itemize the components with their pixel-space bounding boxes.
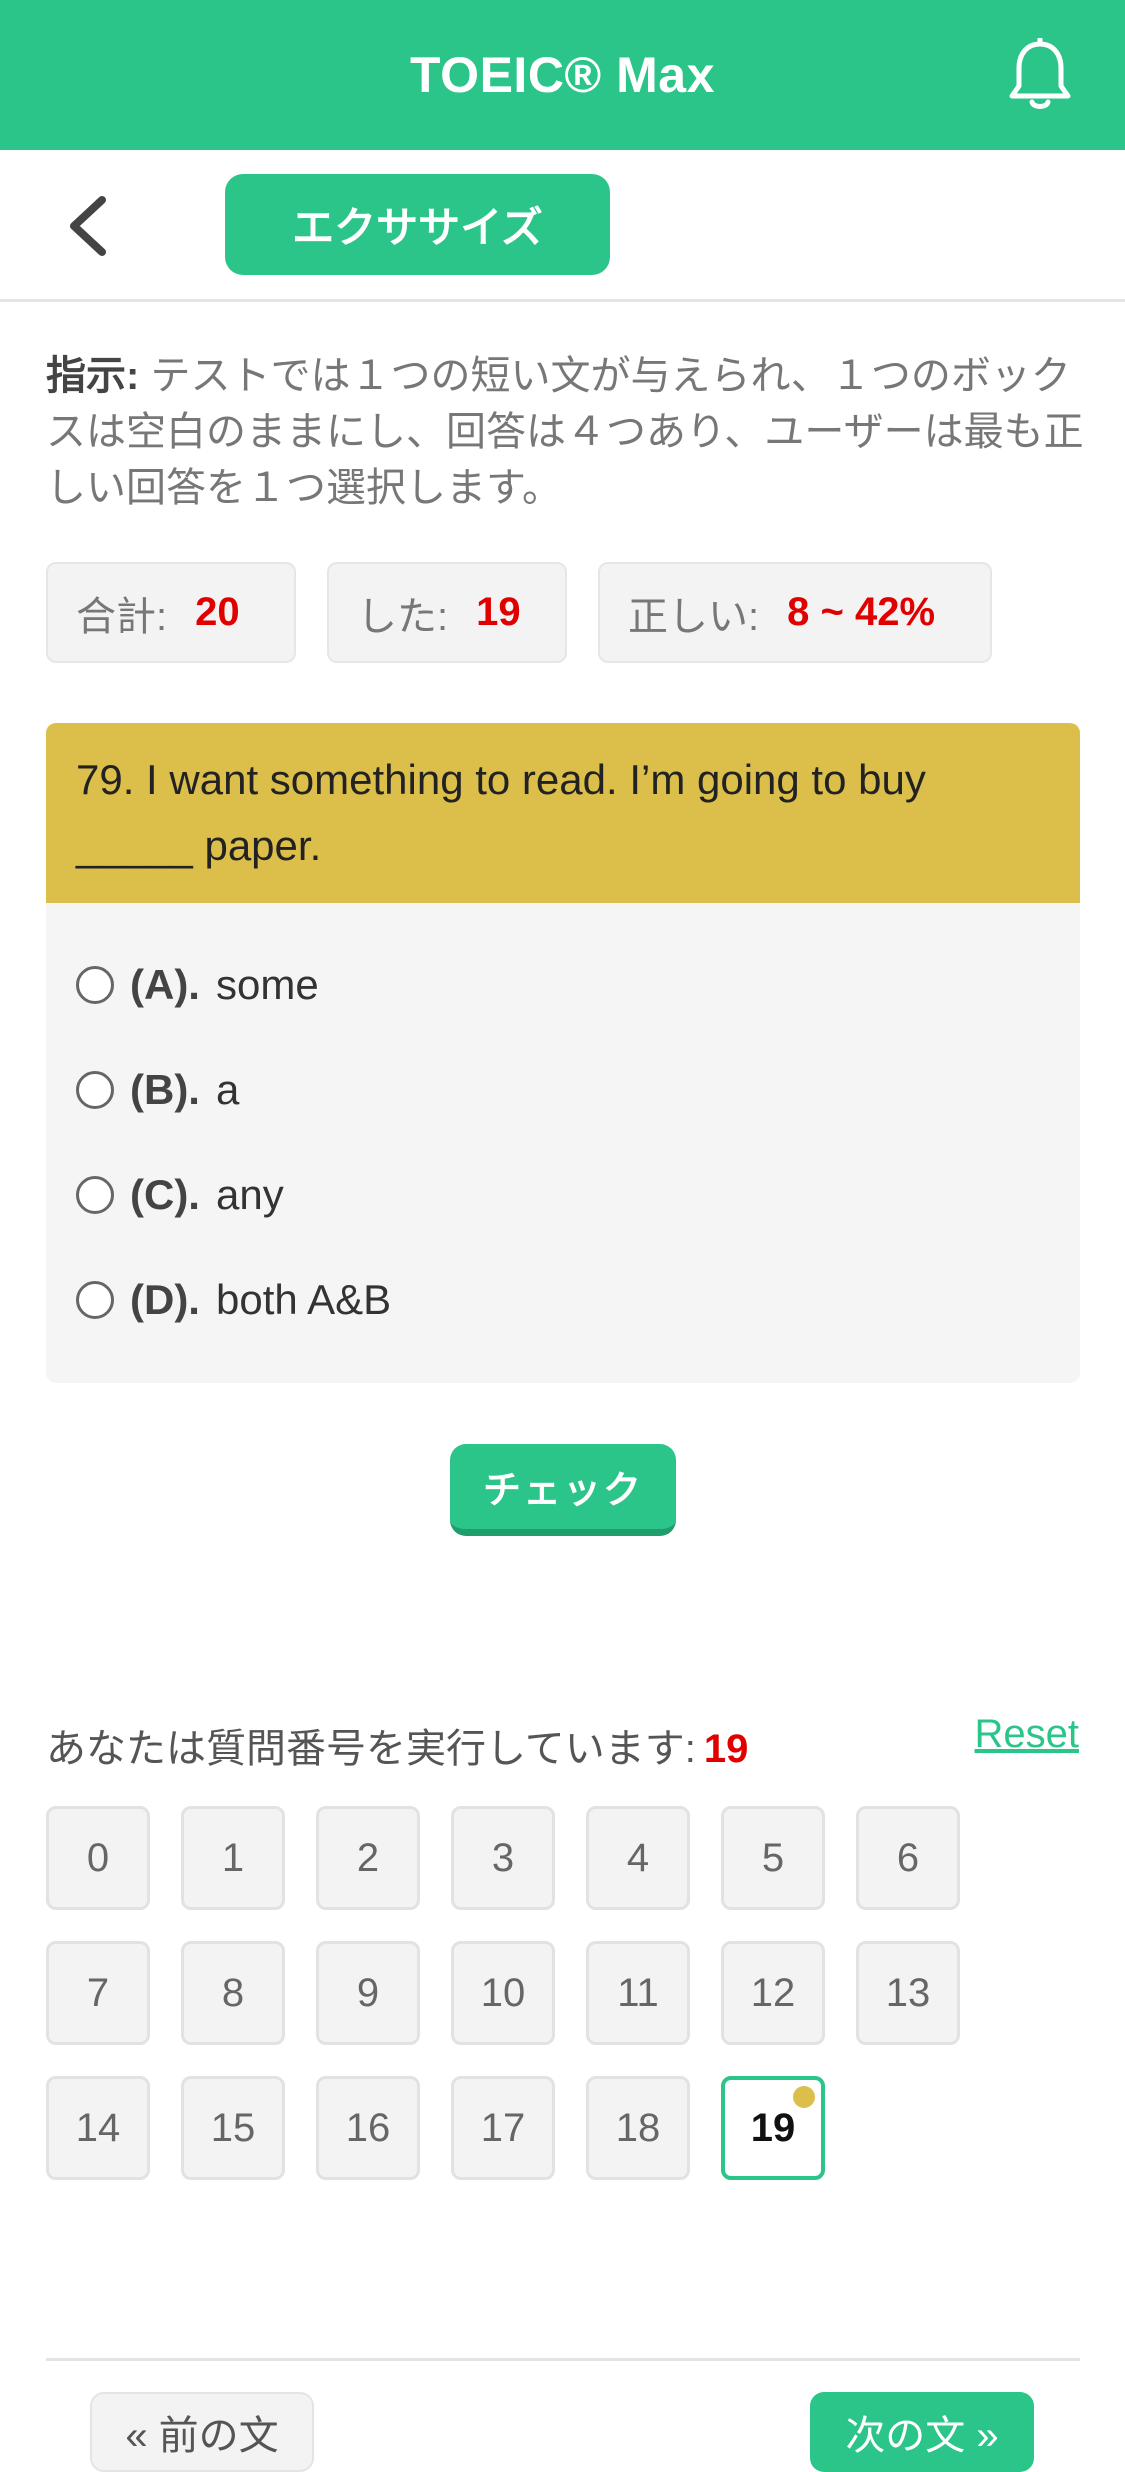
app-bar: TOEIC® Max	[0, 0, 1125, 150]
option-c-key: (C).	[130, 1171, 200, 1218]
stat-done-value: 19	[476, 590, 521, 634]
question-number-12[interactable]: 12	[721, 1941, 825, 2045]
question-number-5[interactable]: 5	[721, 1806, 825, 1910]
bell-icon[interactable]	[1007, 38, 1073, 114]
stat-total-label: 合計:	[76, 594, 168, 639]
exercise-tab[interactable]: エクササイズ	[225, 174, 610, 275]
stat-correct-value: 8 ~ 42%	[787, 590, 936, 634]
option-a[interactable]: (A). some	[76, 955, 319, 1015]
question-number-8[interactable]: 8	[181, 1941, 285, 2045]
option-d-key: (D).	[130, 1276, 200, 1323]
question-number-16[interactable]: 16	[316, 2076, 420, 2180]
question-number-3[interactable]: 3	[451, 1806, 555, 1910]
back-arrow-icon[interactable]	[64, 194, 114, 258]
question-number-0[interactable]: 0	[46, 1806, 150, 1910]
check-button[interactable]: チェック	[450, 1444, 676, 1536]
stat-correct-label: 正しい:	[628, 594, 760, 639]
question-number-7[interactable]: 7	[46, 1941, 150, 2045]
stat-done-label: した:	[357, 594, 449, 639]
stat-total-value: 20	[195, 590, 240, 634]
footer-divider	[46, 2358, 1080, 2361]
question-number-14[interactable]: 14	[46, 2076, 150, 2180]
reset-link[interactable]: Reset	[975, 1712, 1080, 1757]
question-number-19-current[interactable]: 19	[721, 2076, 825, 2180]
question-number-2[interactable]: 2	[316, 1806, 420, 1910]
answer-options: (A). some (B). a (C). any (D). both A&B	[46, 903, 1080, 1383]
question-number-15[interactable]: 15	[181, 2076, 285, 2180]
option-a-key: (A).	[130, 961, 200, 1008]
instruction-lead: 指示:	[46, 354, 140, 398]
radio-c[interactable]	[76, 1176, 114, 1214]
option-c-text: any	[215, 1171, 284, 1218]
question-number-1[interactable]: 1	[181, 1806, 285, 1910]
sub-header: エクササイズ	[0, 150, 1125, 302]
app-title: TOEIC® Max	[410, 47, 715, 103]
option-c[interactable]: (C). any	[76, 1165, 284, 1225]
current-question-number: 19	[703, 1727, 749, 1771]
previous-sentence-button[interactable]: « 前の文	[90, 2392, 314, 2472]
option-d-text: both A&B	[215, 1276, 392, 1323]
question-number-19-label: 19	[750, 2105, 796, 2150]
question-number-6[interactable]: 6	[856, 1806, 960, 1910]
instruction-body: テストでは１つの短い文が与えられ、１つのボックスは空白のままにし、回答は４つあり…	[46, 354, 1084, 510]
question-number-18[interactable]: 18	[586, 2076, 690, 2180]
option-b-text: a	[215, 1066, 240, 1113]
progress-text: あなたは質問番号を実行しています:	[46, 1727, 696, 1771]
progress-label: あなたは質問番号を実行しています: 19	[46, 1716, 748, 1774]
question-number-10[interactable]: 10	[451, 1941, 555, 2045]
radio-a[interactable]	[76, 966, 114, 1004]
radio-d[interactable]	[76, 1281, 114, 1319]
question-number-11[interactable]: 11	[586, 1941, 690, 2045]
stat-correct: 正しい: 8 ~ 42%	[598, 562, 992, 663]
radio-b[interactable]	[76, 1071, 114, 1109]
option-b[interactable]: (B). a	[76, 1060, 239, 1120]
instruction-text: 指示: テストでは１つの短い文が与えられ、１つのボックスは空白のままにし、回答は…	[46, 348, 1086, 516]
option-a-text: some	[215, 961, 319, 1008]
question-number-13[interactable]: 13	[856, 1941, 960, 2045]
option-d[interactable]: (D). both A&B	[76, 1270, 391, 1330]
current-indicator-dot	[793, 2086, 815, 2108]
next-sentence-button[interactable]: 次の文 »	[810, 2392, 1034, 2472]
question-number-9[interactable]: 9	[316, 1941, 420, 2045]
option-b-key: (B).	[130, 1066, 200, 1113]
stat-total: 合計: 20	[46, 562, 296, 663]
question-number-17[interactable]: 17	[451, 2076, 555, 2180]
question-text: 79. I want something to read. I’m going …	[46, 723, 1080, 903]
question-number-4[interactable]: 4	[586, 1806, 690, 1910]
stat-done: した: 19	[327, 562, 567, 663]
